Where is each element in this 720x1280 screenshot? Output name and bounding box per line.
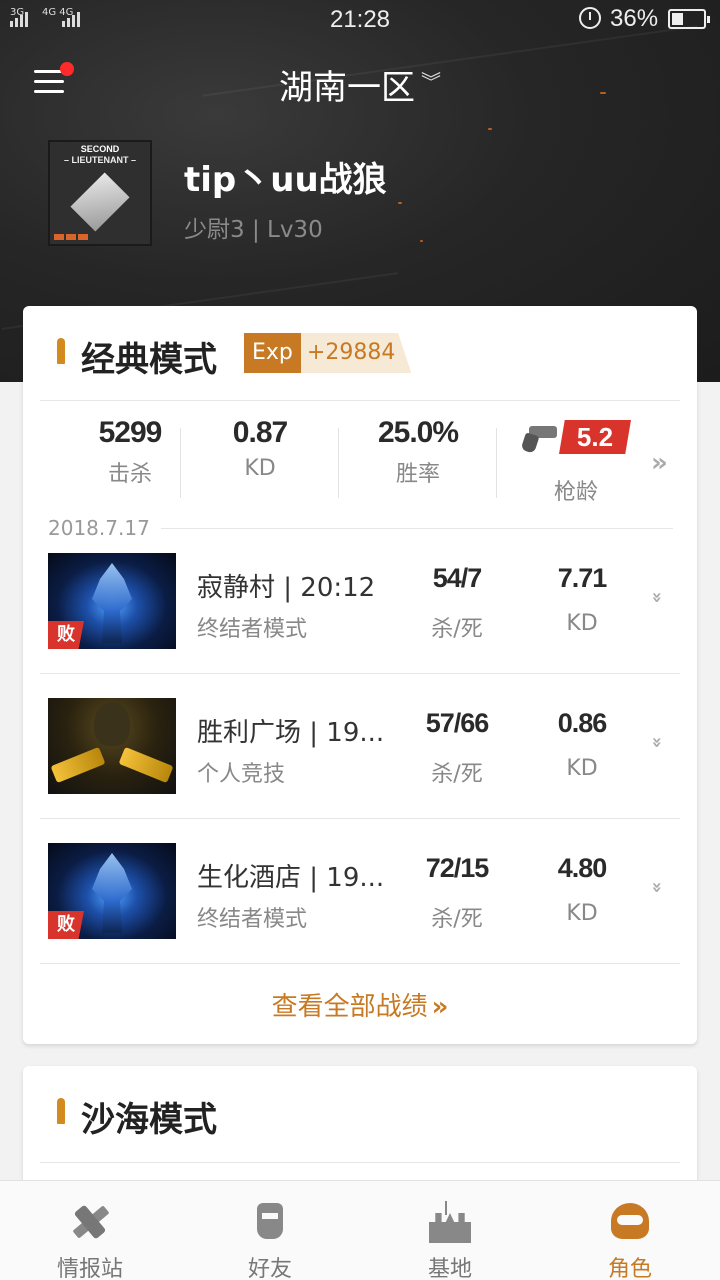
view-all-label: 查看全部战绩: [271, 992, 428, 1022]
match-kd-ratio: 7.71: [557, 563, 608, 593]
divider: [40, 673, 680, 674]
divider: [161, 528, 673, 529]
status-bar: 3G 4G 4G 21:28 36%: [0, 0, 720, 40]
revolver-icon: [520, 426, 557, 454]
match-kd-ratio-label: KD: [566, 756, 598, 781]
server-selector[interactable]: 湖南一区 ︾: [0, 60, 720, 109]
gun-age-value: 5.2: [559, 420, 631, 454]
exp-label: Exp: [244, 333, 301, 373]
match-kills-deaths-label: 杀/死: [431, 617, 483, 642]
server-name: 湖南一区: [279, 68, 415, 108]
stat-winrate: 25.0% 胜率: [339, 416, 497, 488]
stat-label: 胜率: [395, 462, 440, 487]
card-header: 经典模式 Exp +29884: [23, 306, 697, 398]
match-row[interactable]: 败 寂静村 | 20:12 终结者模式 54/7 杀/死 7.71 KD »: [23, 553, 697, 698]
card-header: 沙海模式: [23, 1066, 697, 1158]
expand-icon[interactable]: »: [646, 737, 667, 749]
match-date: 2018.7.17: [48, 516, 150, 540]
match-kd-ratio-label: KD: [566, 611, 598, 636]
battery-percent: 36%: [610, 5, 659, 32]
match-kd-ratio: 4.80: [557, 853, 608, 883]
divider: [40, 1162, 680, 1163]
diamond-icon: [70, 172, 130, 232]
rank-badge-line1: SECOND: [80, 144, 120, 154]
bottom-tab-bar: 情报站 好友 基地 角色: [0, 1180, 720, 1280]
tab-label: 情报站: [56, 1257, 123, 1280]
stat-value: 25.0%: [377, 416, 459, 449]
match-kills-deaths-label: 杀/死: [431, 762, 483, 787]
double-chevron-right-icon: »: [431, 992, 449, 1022]
expand-icon[interactable]: »: [646, 882, 667, 894]
match-map-time: 胜利广场 | 19...: [197, 718, 385, 748]
stat-label: KD: [244, 456, 276, 481]
match-row[interactable]: 胜利广场 | 19... 个人竞技 57/66 杀/死 0.86 KD »: [23, 698, 697, 843]
chevron-down-icon: ︾: [421, 70, 441, 94]
soldier-icon: [245, 1197, 295, 1247]
rank-badge: SECOND – LIEUTENANT –: [48, 140, 152, 246]
match-thumbnail: [48, 698, 176, 794]
alarm-icon: [579, 7, 601, 29]
match-mode: 终结者模式: [197, 617, 308, 642]
battery-icon: [668, 9, 710, 29]
chevron-right-icon[interactable]: »: [651, 448, 668, 478]
stat-kd: 0.87 KD: [181, 416, 339, 481]
loss-badge: 败: [48, 911, 84, 939]
player-rank-level: 少尉3 | Lv30: [184, 217, 323, 243]
player-nickname: tip丶uu战狼: [184, 160, 387, 200]
stat-separator: [496, 428, 497, 498]
stat-separator: [338, 428, 339, 498]
tab-base[interactable]: 基地: [360, 1181, 540, 1280]
bullet-icon: [57, 1098, 65, 1124]
tab-label: 基地: [427, 1257, 472, 1280]
gun-age-badge: 5.2: [520, 418, 631, 458]
divider: [40, 963, 680, 964]
match-thumbnail: 败: [48, 553, 176, 649]
card-title: 沙海模式: [81, 1100, 217, 1140]
view-all-records-link[interactable]: 查看全部战绩»: [23, 986, 697, 1023]
expand-icon[interactable]: »: [646, 592, 667, 604]
match-mode: 个人竞技: [197, 762, 286, 787]
ember-decoration: [398, 202, 402, 204]
match-kills-deaths-label: 杀/死: [431, 907, 483, 932]
match-map-time: 生化酒店 | 19...: [197, 863, 385, 893]
loss-badge: 败: [48, 621, 84, 649]
helmet-icon: [605, 1197, 655, 1247]
gun-age-label: 枪龄: [553, 480, 598, 505]
tab-intel[interactable]: 情报站: [0, 1181, 180, 1280]
tab-label: 角色: [607, 1257, 652, 1280]
castle-icon: [425, 1197, 475, 1247]
bullet-icon: [57, 338, 65, 364]
rank-badge-line2: – LIEUTENANT –: [63, 155, 136, 165]
ember-decoration: [420, 240, 423, 242]
divider: [40, 818, 680, 819]
exp-value: +29884: [300, 333, 412, 373]
rank-pips: [54, 234, 88, 240]
divider: [40, 400, 680, 401]
card-title: 经典模式: [81, 340, 217, 380]
tab-label: 好友: [247, 1257, 292, 1280]
match-thumbnail: 败: [48, 843, 176, 939]
tab-role[interactable]: 角色: [540, 1181, 720, 1280]
tab-friends[interactable]: 好友: [180, 1181, 360, 1280]
match-kd-ratio-label: KD: [566, 901, 598, 926]
match-kills-deaths: 57/66: [425, 708, 490, 738]
rank-badge-text: SECOND – LIEUTENANT –: [50, 144, 150, 166]
classic-mode-card: 经典模式 Exp +29884 5299 击杀 0.87 KD 25.0% 胜率…: [23, 306, 697, 1044]
match-mode: 终结者模式: [197, 907, 308, 932]
match-kills-deaths: 54/7: [432, 563, 483, 593]
satellite-icon: [65, 1197, 115, 1247]
ember-decoration: [488, 128, 492, 130]
stat-separator: [180, 428, 181, 498]
match-map-time: 寂静村 | 20:12: [197, 573, 376, 603]
match-row[interactable]: 败 生化酒店 | 19... 终结者模式 72/15 杀/死 4.80 KD »: [23, 843, 697, 988]
stat-value: 0.87: [232, 416, 288, 449]
match-kd-ratio: 0.86: [557, 708, 608, 738]
exp-tag: Exp +29884: [244, 333, 412, 373]
match-kills-deaths: 72/15: [425, 853, 490, 883]
